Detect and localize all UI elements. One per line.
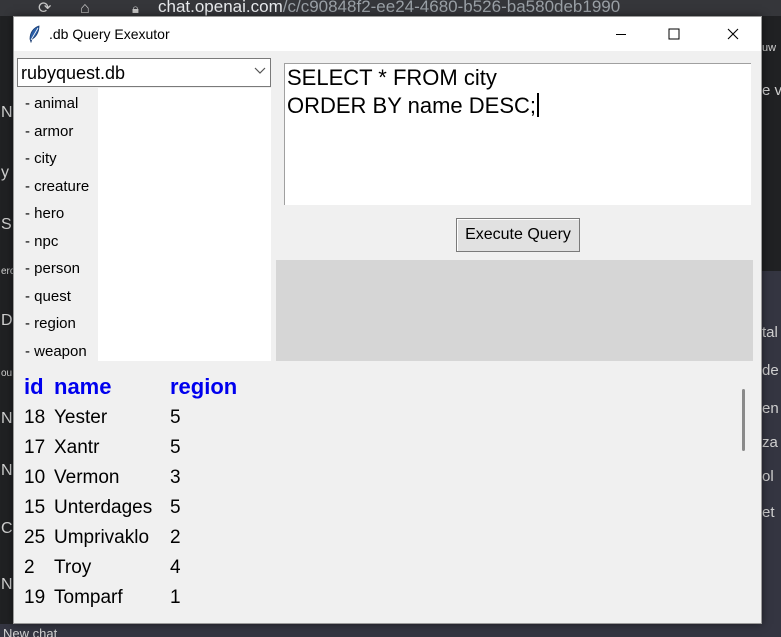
page-text-fragment: et (762, 504, 775, 521)
table-list-item[interactable]: - armor (25, 123, 73, 140)
table-list-item[interactable]: - npc (25, 233, 58, 250)
page-text-fragment: ol (762, 468, 774, 485)
close-icon (727, 28, 739, 40)
sidebar-fragment: ou (1, 368, 13, 379)
page-text-fragment: e v (762, 82, 781, 99)
table-list-item[interactable]: - region (25, 315, 76, 332)
results-scrollbar[interactable] (736, 367, 752, 623)
sidebar-fragment: y (1, 164, 9, 181)
query-panel: SELECT * FROM city ORDER BY name DESC; Ex… (276, 57, 753, 260)
window-title: .db Query Exexutor (49, 26, 170, 42)
result-cell-id: 18 (24, 407, 46, 428)
result-cell-name: Tomparf (54, 587, 123, 608)
page-text-fragment: za (762, 434, 778, 451)
sidebar-fragment: N (1, 410, 13, 427)
column-header-id: id (24, 374, 44, 399)
sidebar-fragment: N (1, 462, 13, 479)
result-cell-region: 5 (170, 437, 181, 458)
query-editor[interactable]: SELECT * FROM city ORDER BY name DESC; (284, 63, 751, 205)
page-text-fragment: tal (762, 324, 778, 341)
table-list-item[interactable]: - weapon (25, 343, 87, 360)
feather-icon (29, 25, 40, 43)
result-cell-name: Vermon (54, 467, 120, 488)
maximize-button[interactable] (651, 17, 697, 51)
browser-footer: New chat (0, 624, 781, 637)
database-select[interactable]: rubyquest.db (17, 58, 271, 87)
result-cell-id: 2 (24, 557, 35, 578)
result-cell-region: 2 (170, 527, 181, 548)
table-list-item[interactable]: - creature (25, 178, 89, 195)
result-cell-id: 15 (24, 497, 46, 518)
table-list-item[interactable]: - quest (25, 288, 71, 305)
browser-sidebar: Ny Sero Dou N N C N (0, 16, 15, 637)
result-cell-name: Yester (54, 407, 108, 428)
result-cell-id: 19 (24, 587, 46, 608)
table-list-item[interactable]: - person (25, 260, 80, 277)
result-cell-id: 25 (24, 527, 46, 548)
new-chat-link[interactable]: New chat (3, 626, 57, 637)
query-executor-window: .db Query Exexutor rubyquest.db - animal… (13, 16, 762, 624)
result-cell-name: Unterdages (54, 497, 153, 518)
query-line: SELECT * FROM city (287, 65, 497, 90)
empty-pane (276, 260, 753, 361)
title-bar: .db Query Exexutor (14, 17, 761, 51)
results-grid: id name region 18 Yester 5 17 Xantr 5 10 Vermon 3 15… (17, 367, 754, 623)
sidebar-fragment: C (1, 520, 13, 537)
table-list: - animal - armor - city - creature - hero - n… (17, 88, 271, 361)
result-cell-name: Umprivaklo (54, 527, 150, 548)
maximize-icon (668, 28, 680, 40)
sidebar-fragment: N (1, 576, 13, 593)
query-line: ORDER BY name DESC; (287, 93, 540, 119)
window-client-area: rubyquest.db - animal - armor - city - crea… (14, 51, 761, 623)
result-cell-id: 17 (24, 437, 46, 458)
sidebar-fragment: S (1, 216, 12, 233)
scrollbar-thumb[interactable] (742, 389, 745, 451)
table-list-item[interactable]: - hero (25, 205, 64, 222)
table-list-item[interactable]: - animal (25, 95, 78, 112)
database-select-value: rubyquest.db (21, 63, 126, 83)
address-bar[interactable]: chat.openai.com/c/c90848f2-ee24-4680-b52… (158, 0, 620, 17)
minimize-icon (616, 34, 626, 35)
sidebar-fragment: N (1, 104, 13, 121)
result-cell-name: Xantr (54, 437, 100, 458)
result-cell-region: 5 (170, 407, 181, 428)
chevron-down-icon (254, 67, 266, 74)
result-cell-region: 5 (170, 497, 181, 518)
sidebar-fragment: D (1, 312, 13, 329)
column-header-name: name (54, 374, 112, 399)
result-cell-id: 10 (24, 467, 46, 488)
result-cell-region: 4 (170, 557, 181, 578)
column-header-region: region (170, 374, 238, 399)
result-cell-name: Troy (54, 557, 92, 578)
page-text-fragment: uw (762, 42, 777, 54)
text-caret (537, 93, 540, 117)
minimize-button[interactable] (598, 17, 644, 51)
execute-query-button[interactable]: Execute Query (456, 218, 580, 252)
result-cell-region: 3 (170, 467, 181, 488)
browser-toolbar: ⟳ ⌂ 🔒︎ chat.openai.com/c/c90848f2-ee24-4… (0, 0, 781, 17)
page-text-fragment: en (762, 400, 779, 417)
table-list-item[interactable]: - city (25, 150, 57, 167)
close-button[interactable] (710, 17, 756, 51)
page-text-fragment: de (762, 362, 779, 379)
result-cell-region: 1 (170, 587, 181, 608)
browser-page-content: uw e v tal de en za ol et (762, 16, 781, 637)
